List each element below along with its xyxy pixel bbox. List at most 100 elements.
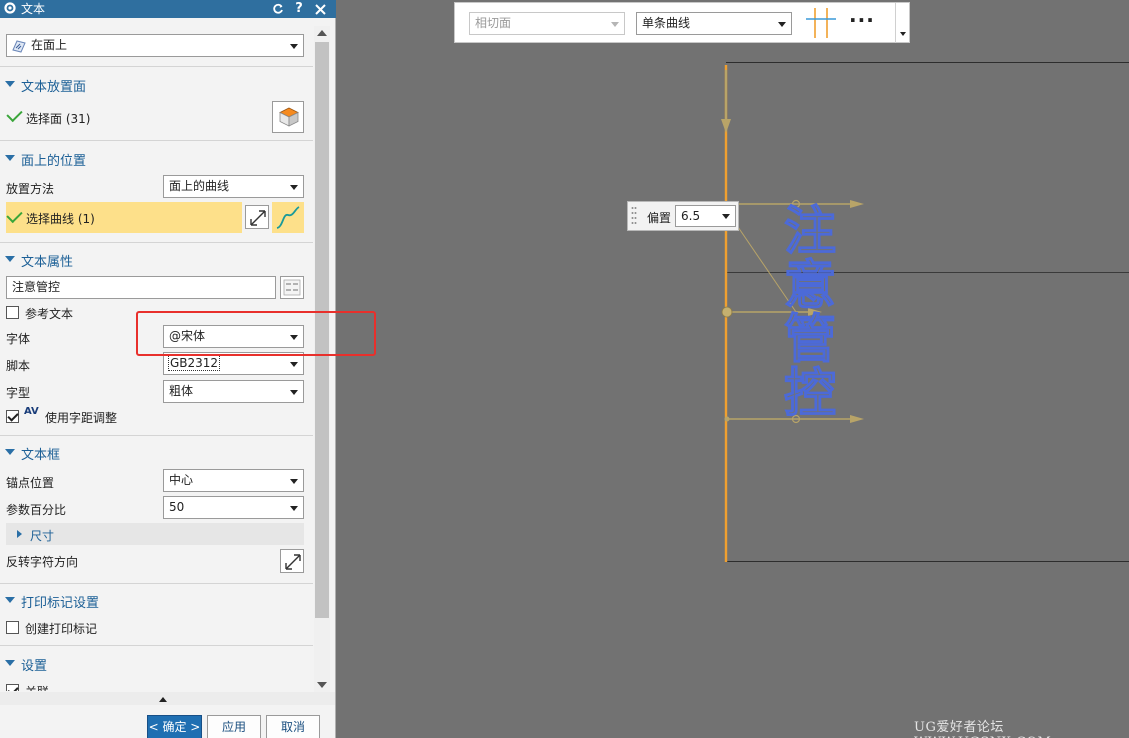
associative-label: 关联 [25, 683, 49, 691]
select-face-row[interactable]: 选择面 (31) [0, 101, 313, 133]
preview-char: 管 [783, 310, 837, 370]
preview-char: 意 [783, 256, 837, 316]
chevron-down-icon [290, 44, 298, 49]
selection-toolbar: 相切面 单条曲线 ··· [454, 2, 910, 43]
create-print-mark-label: 创建打印标记 [25, 622, 98, 636]
collapse-up-icon[interactable] [159, 697, 167, 702]
reset-icon[interactable] [270, 0, 286, 18]
kerning-icon: AV [24, 406, 39, 417]
reverse-direction-button[interactable] [245, 205, 269, 229]
reverse-char-label: 反转字符方向 [6, 555, 79, 569]
chevron-down-icon [722, 214, 730, 219]
tangent-face-select[interactable]: 相切面 [469, 12, 625, 35]
font-style-value: 粗体 [169, 384, 194, 398]
section-position-on-face[interactable]: 面上的位置 [0, 145, 313, 171]
associative-checkbox[interactable] [6, 684, 19, 691]
intersection-icon[interactable] [804, 6, 838, 43]
style-label: 字型 [6, 386, 31, 400]
dialog-title: 文本 [21, 2, 46, 16]
reverse-char-button[interactable] [280, 549, 304, 573]
text-type-select[interactable]: 在面上 [6, 34, 304, 57]
param-percent-input[interactable]: 50 [163, 496, 304, 519]
collapse-icon [5, 597, 15, 603]
font-style-select[interactable]: 粗体 [163, 380, 304, 403]
reverse-arrows-icon [284, 553, 302, 574]
parameter-list-icon [283, 279, 301, 299]
help-icon[interactable]: ? [291, 0, 307, 18]
check-icon [6, 206, 23, 224]
param-percent-value: 50 [169, 500, 185, 514]
offset-label: 偏置 [647, 211, 672, 225]
text-content-value: 注意管控 [12, 280, 61, 294]
tangent-face-value: 相切面 [475, 16, 512, 30]
expression-button[interactable] [280, 276, 304, 299]
scroll-down-icon[interactable] [317, 682, 327, 688]
check-icon [6, 105, 23, 123]
on-face-icon [11, 39, 27, 60]
reference-text-checkbox[interactable] [6, 306, 19, 319]
text-type-value: 在面上 [31, 38, 68, 52]
section-settings[interactable]: 设置 [0, 650, 313, 676]
ok-button[interactable]: < 确定 > [147, 715, 202, 738]
dialog-titlebar: 文本 ? [0, 0, 336, 18]
select-curve-label: 选择曲线 (1) [26, 212, 95, 226]
apply-button[interactable]: 应用 [207, 715, 261, 738]
associative-row: 关联 [0, 680, 313, 691]
section-title: 面上的位置 [21, 154, 87, 169]
watermark: UG爱好者论坛 WWW.UGSNX.COM [914, 720, 1051, 738]
size-subsection[interactable]: 尺寸 [6, 523, 304, 545]
font-label: 字体 [6, 332, 31, 346]
chevron-down-icon [290, 185, 298, 190]
collapse-icon [5, 81, 15, 87]
chevron-down-icon [290, 506, 298, 511]
collapse-icon [5, 449, 15, 455]
solid-face-icon [278, 106, 300, 131]
preview-char: 注 [783, 202, 837, 262]
close-icon[interactable] [312, 0, 328, 18]
curve-rule-select[interactable]: 单条曲线 [636, 12, 792, 35]
kerning-label: 使用字距调整 [45, 411, 118, 425]
spline-curve-icon [275, 205, 301, 233]
anchor-value: 中心 [169, 473, 194, 487]
kerning-checkbox[interactable] [6, 410, 19, 423]
create-print-mark-checkbox[interactable] [6, 621, 19, 634]
chevron-down-icon [900, 32, 906, 36]
section-title: 文本属性 [21, 255, 74, 270]
offset-value-input[interactable]: 6.5 [675, 205, 736, 227]
curve-select-button[interactable] [272, 202, 304, 233]
anchor-select[interactable]: 中心 [163, 469, 304, 492]
script-label: 脚本 [6, 359, 31, 373]
collapse-icon [5, 155, 15, 161]
reverse-arrows-icon [249, 209, 267, 230]
section-placement-face[interactable]: 文本放置面 [0, 71, 313, 97]
chevron-down-icon [290, 479, 298, 484]
more-options-icon[interactable]: ··· [849, 8, 875, 32]
placement-method-select[interactable]: 面上的曲线 [163, 175, 304, 198]
annotation-highlight-box [136, 311, 376, 356]
text-dialog: 文本 ? 在面上 文本放置面 选择面 (31) 面上的位置 放置方法 面上的曲线… [0, 0, 336, 738]
section-title: 文本框 [21, 448, 61, 463]
gear-icon [3, 1, 17, 15]
scroll-up-icon[interactable] [317, 30, 327, 36]
drag-handle-icon[interactable] [631, 206, 637, 229]
chevron-down-icon [778, 22, 786, 27]
toolbar-overflow[interactable] [895, 3, 910, 43]
section-text-properties[interactable]: 文本属性 [0, 246, 313, 272]
select-curve-row[interactable]: 选择曲线 (1) [6, 202, 242, 233]
text-content-input[interactable]: 注意管控 [6, 276, 276, 299]
chevron-down-icon [290, 362, 298, 367]
cancel-button[interactable]: 取消 [266, 715, 320, 738]
face-select-button[interactable] [272, 101, 304, 133]
placement-method-value: 面上的曲线 [169, 179, 230, 193]
section-text-box[interactable]: 文本框 [0, 439, 313, 465]
collapse-icon [5, 660, 15, 666]
anchor-label: 锚点位置 [6, 476, 55, 490]
chevron-down-icon [290, 390, 298, 395]
offset-input-popup[interactable]: 偏置 6.5 [627, 201, 739, 231]
text-preview: 注 意 管 控 [783, 202, 864, 421]
footer-divider [0, 692, 335, 705]
section-title: 文本放置面 [21, 80, 87, 95]
section-print-mark[interactable]: 打印标记设置 [0, 587, 313, 613]
placement-method-label: 放置方法 [6, 182, 55, 196]
select-face-label: 选择面 (31) [26, 112, 91, 126]
